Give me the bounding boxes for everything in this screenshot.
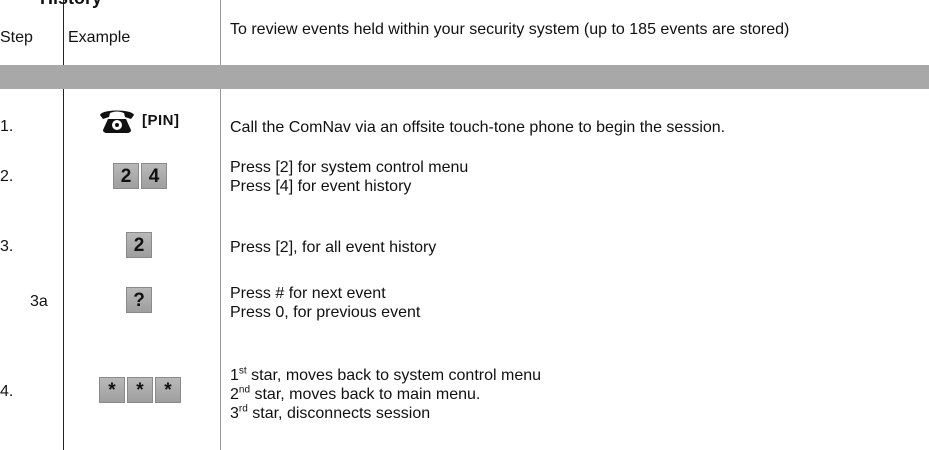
section-title-text: History	[40, 0, 102, 8]
step-4-number: 4.	[0, 383, 14, 400]
ordinal-suffix: nd	[238, 384, 251, 396]
keypad-key-2: 2	[126, 232, 152, 258]
ordinal-suffix: st	[238, 365, 247, 377]
step-3a-line-2: Press 0, for previous event	[230, 304, 421, 321]
keypad-key-star: *	[127, 377, 153, 403]
step-4-line-2-text: star, moves back to main menu.	[250, 386, 481, 403]
step-4-description: 1st star, moves back to system control m…	[230, 366, 541, 423]
step-3-example: 2	[126, 232, 154, 258]
step-3a-description: Press # for next event Press 0, for prev…	[230, 284, 420, 322]
step-4-line-1: 1st star, moves back to system control m…	[230, 366, 541, 385]
phone-icon	[100, 110, 134, 133]
pin-label: [PIN]	[142, 111, 180, 129]
step-4-line-1-text: star, moves back to system control menu	[246, 367, 542, 384]
header-separator-band	[0, 65, 929, 89]
ordinal-suffix: rd	[238, 403, 248, 415]
step-3-number: 3.	[0, 238, 14, 255]
keypad-key-star: *	[99, 377, 125, 403]
keypad-key-4: 4	[141, 163, 167, 189]
step-2-line-1: Press [2] for system control menu	[230, 159, 469, 176]
ordinal-number: 1	[230, 367, 239, 384]
step-4-example: * * *	[99, 377, 183, 403]
step-2-line-2: Press [4] for event history	[230, 178, 412, 195]
step-3a-line-1: Press # for next event	[230, 285, 386, 302]
step-2-description: Press [2] for system control menu Press …	[230, 158, 468, 196]
section-title: History	[40, 0, 102, 9]
keypad-key-question: ?	[126, 287, 152, 313]
step-4-line-3: 3rd star, disconnects session	[230, 404, 541, 423]
header-example: Example	[68, 29, 131, 46]
keypad-key-star: *	[155, 377, 181, 403]
keypad-key-2: 2	[113, 163, 139, 189]
step-3a-example: ?	[126, 287, 154, 313]
step-1-example: [PIN]	[98, 106, 180, 134]
header-step: Step	[0, 29, 33, 46]
ordinal-number: 2	[230, 386, 239, 403]
step-4-line-3-text: star, disconnects session	[247, 405, 431, 422]
step-2-number: 2.	[0, 168, 14, 185]
instruction-table: History Step Example To review events he…	[0, 0, 929, 450]
ordinal-number: 3	[230, 405, 239, 422]
step-3-description: Press [2], for all event history	[230, 239, 437, 256]
header-description: To review events held within your securi…	[230, 21, 790, 38]
step-4-line-2: 2nd star, moves back to main menu.	[230, 385, 541, 404]
step-1-description: Call the ComNav via an offsite touch-ton…	[230, 119, 726, 136]
step-1-number: 1.	[0, 118, 14, 135]
step-2-example: 2 4	[113, 163, 169, 189]
step-3a-number: 3a	[30, 293, 48, 310]
